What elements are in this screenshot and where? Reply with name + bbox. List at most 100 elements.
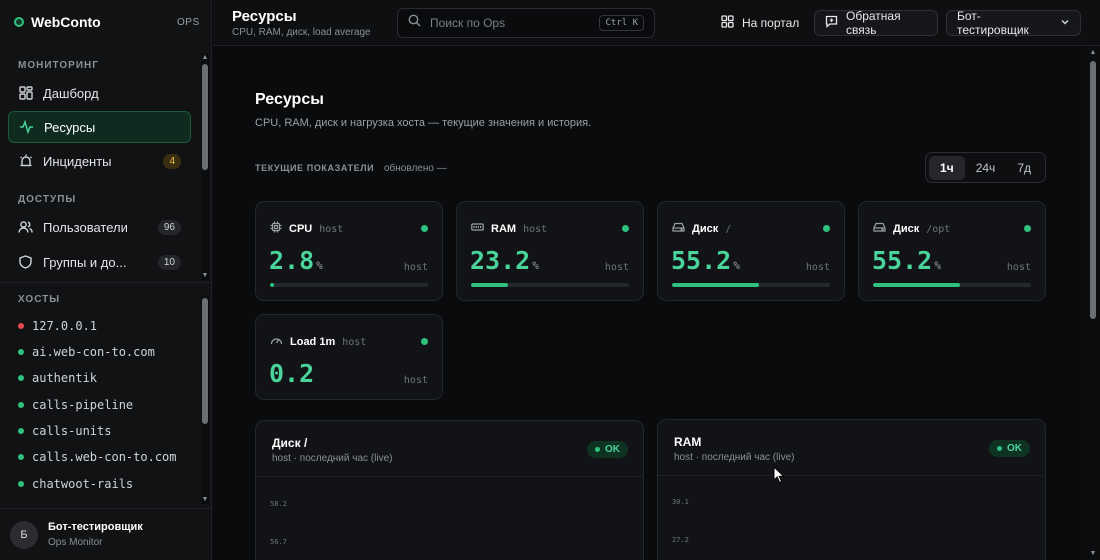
nav-scroll-thumb[interactable] xyxy=(202,64,208,170)
metric-card-disk-root[interactable]: Диск / 55.2% host xyxy=(657,201,845,301)
status-dot-icon xyxy=(1024,225,1031,232)
panel-divider xyxy=(658,475,1045,476)
scroll-up-icon[interactable]: ▲ xyxy=(1089,49,1097,57)
metric-host: host xyxy=(403,375,428,386)
section-label-hosts: ХОСТЫ xyxy=(18,294,61,305)
search-icon xyxy=(408,14,421,32)
host-item[interactable]: calls.web-con-to.com xyxy=(18,450,177,464)
current-metrics-label: ТЕКУЩИЕ ПОКАЗАТЕЛИ xyxy=(255,163,375,173)
shield-icon xyxy=(18,255,33,270)
metric-card-cpu[interactable]: CPU host 2.8% host xyxy=(255,201,443,301)
hosts-scrollbar[interactable]: ▼ xyxy=(201,296,209,504)
status-badge: OK xyxy=(587,441,628,458)
sidebar-item-incidents[interactable]: Инциденты 4 xyxy=(8,145,191,177)
account-label: Бот-тестировщик xyxy=(957,9,1029,37)
range-24h-button[interactable]: 24ч xyxy=(968,156,1004,180)
cpu-icon xyxy=(270,220,282,238)
portal-link[interactable]: На портал xyxy=(721,8,799,38)
range-7d-button[interactable]: 7д xyxy=(1006,156,1042,180)
page-title: Ресурсы xyxy=(255,91,324,108)
status-dot-icon xyxy=(421,338,428,345)
metric-card-ram[interactable]: RAM host 23.2% host xyxy=(456,201,644,301)
scroll-down-icon[interactable]: ▼ xyxy=(201,272,209,280)
section-label-access: ДОСТУПЫ xyxy=(18,194,77,205)
sidebar-nav: МОНИТОРИНГ Дашборд Ресурсы Инциденты 4 Д… xyxy=(0,48,212,508)
avatar: Б xyxy=(10,520,38,549)
metric-card-load[interactable]: Load 1m host 0.2 host xyxy=(255,314,443,400)
scroll-up-icon[interactable]: ▲ xyxy=(201,54,209,62)
scroll-down-icon[interactable]: ▼ xyxy=(1089,550,1097,558)
sidebar-item-dashboard[interactable]: Дашборд xyxy=(8,77,191,109)
main-scrollbar[interactable]: ▲ ▼ xyxy=(1087,47,1100,560)
host-item[interactable]: authentik xyxy=(18,371,97,385)
main-scroll-thumb[interactable] xyxy=(1090,61,1096,319)
metric-title: RAM xyxy=(491,223,517,235)
scroll-down-icon[interactable]: ▼ xyxy=(201,496,209,504)
user-profile[interactable]: Б Бот-тестировщик Ops Monitor xyxy=(0,508,212,560)
hosts-scroll-thumb[interactable] xyxy=(202,298,208,424)
metric-title: Диск xyxy=(893,223,920,235)
sidebar: WebConto OPS МОНИТОРИНГ Дашборд Ресурсы … xyxy=(0,0,212,560)
updated-label: обновлено — xyxy=(384,163,447,174)
search-placeholder: Поиск по Ops xyxy=(430,16,506,30)
panel-divider xyxy=(256,476,643,477)
metric-sub: host xyxy=(523,223,548,235)
metric-unit: % xyxy=(733,259,740,272)
sidebar-item-label: Дашборд xyxy=(43,85,99,101)
host-status-up-icon xyxy=(18,402,24,408)
metric-value-wrap: 0.2 xyxy=(269,359,314,388)
gauge-icon xyxy=(270,333,283,351)
sidebar-item-label: Пользователи xyxy=(43,219,128,235)
host-name: calls.web-con-to.com xyxy=(32,450,177,464)
host-status-down-icon xyxy=(18,323,24,329)
host-item[interactable]: calls-pipeline xyxy=(18,398,133,412)
y-tick-label: 56.7 xyxy=(270,538,287,546)
range-1h-button[interactable]: 1ч xyxy=(929,155,965,180)
feedback-button[interactable]: Обратная связь xyxy=(814,9,938,37)
metric-bar-fill xyxy=(471,283,508,287)
metric-host: host xyxy=(805,262,830,273)
status-text: OK xyxy=(605,444,620,455)
account-menu-button[interactable]: Бот-тестировщик xyxy=(946,9,1081,37)
host-status-up-icon xyxy=(18,349,24,355)
host-item[interactable]: 127.0.0.1 xyxy=(18,319,97,333)
y-tick-label: 30.1 xyxy=(672,498,689,506)
logo-icon xyxy=(14,17,24,27)
status-dot-icon xyxy=(421,225,428,232)
metric-bar xyxy=(471,283,629,287)
mouse-cursor-icon xyxy=(773,465,785,489)
status-badge: OK xyxy=(989,440,1030,457)
sidebar-item-users[interactable]: Пользователи 96 xyxy=(8,211,191,243)
metric-card-disk-opt[interactable]: Диск /opt 55.2% host xyxy=(858,201,1046,301)
page-description: CPU, RAM, диск и нагрузка хоста — текущи… xyxy=(255,117,592,129)
nav-scrollbar[interactable]: ▲ ▼ xyxy=(201,54,209,280)
sidebar-item-label: Ресурсы xyxy=(44,119,96,135)
search-shortcut: Ctrl K xyxy=(599,15,644,31)
metric-host: host xyxy=(403,262,428,273)
metric-value: 55.2 xyxy=(671,246,732,275)
sidebar-item-resources[interactable]: Ресурсы xyxy=(8,111,191,143)
metric-unit: % xyxy=(316,259,323,272)
metric-value-wrap: 55.2% xyxy=(671,246,740,275)
host-item[interactable]: calls-units xyxy=(18,424,111,438)
metric-title: Диск xyxy=(692,223,719,235)
host-item[interactable]: chatwoot-rails xyxy=(18,477,133,491)
metric-bar-fill xyxy=(270,283,275,287)
brand-name: WebConto xyxy=(31,14,101,30)
metric-title: CPU xyxy=(289,223,313,235)
panel-title: RAM xyxy=(674,435,702,449)
host-name: calls-pipeline xyxy=(32,398,134,412)
groups-count-badge: 10 xyxy=(157,254,181,270)
message-icon xyxy=(825,15,838,31)
metric-host: host xyxy=(604,262,629,273)
metric-value-wrap: 23.2% xyxy=(470,246,539,275)
host-item[interactable]: ai.web-con-to.com xyxy=(18,345,155,359)
sidebar-item-groups[interactable]: Группы и до... 10 xyxy=(8,246,191,278)
metric-value: 55.2 xyxy=(872,246,933,275)
metric-title: Load 1m xyxy=(290,336,336,348)
metric-unit: % xyxy=(532,259,539,272)
time-range-selector: 1ч 24ч 7д xyxy=(925,152,1046,183)
metric-sub: /opt xyxy=(926,223,951,235)
brand[interactable]: WebConto xyxy=(14,14,101,30)
search-input[interactable]: Поиск по Ops Ctrl K xyxy=(397,8,655,38)
